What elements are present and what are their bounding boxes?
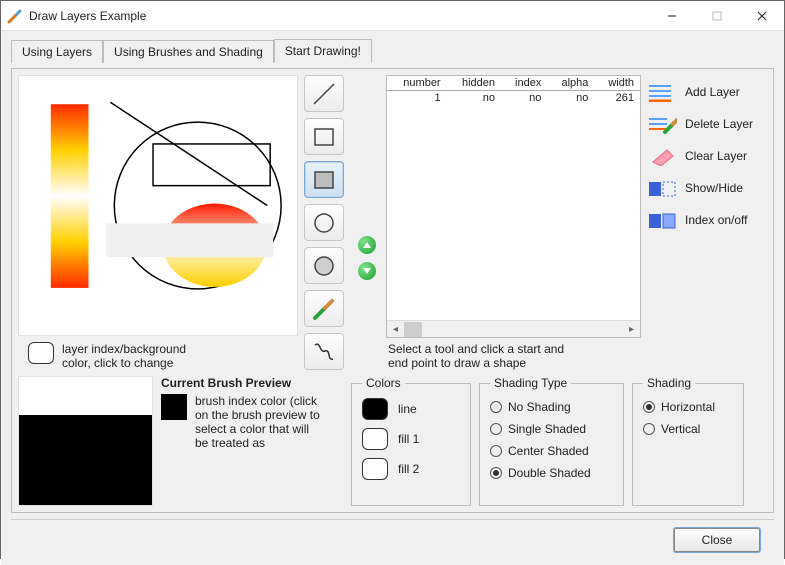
fill1-color-swatch[interactable]: [362, 428, 388, 450]
window-title: Draw Layers Example: [29, 9, 649, 23]
layer-index-color-chip[interactable]: [28, 342, 54, 364]
show-hide-action[interactable]: Show/Hide: [647, 177, 767, 199]
clear-layer-action[interactable]: Clear Layer: [647, 145, 767, 167]
colors-legend: Colors: [362, 376, 405, 390]
horizontal-scrollbar[interactable]: ◂ ▸: [387, 320, 640, 337]
shading-legend: Shading: [643, 376, 695, 390]
table-empty-area: [387, 105, 640, 320]
cell-width: 261: [594, 91, 640, 106]
colors-group: Colors line fill 1 fill 2: [351, 376, 471, 506]
brush-preview-info: Current Brush Preview brush index color …: [161, 376, 343, 506]
color-row-line: line: [362, 398, 460, 420]
delete-layer-label: Delete Layer: [685, 117, 753, 131]
app-icon: [7, 8, 23, 24]
tab-panel: layer index/background color, click to c…: [11, 68, 774, 513]
radio-double-shaded[interactable]: Double Shaded: [490, 466, 613, 480]
index-onoff-label: Index on/off: [685, 213, 748, 227]
fill2-color-label: fill 2: [398, 462, 419, 476]
layer-index-row: layer index/background color, click to c…: [18, 342, 298, 370]
radio-single-shaded[interactable]: Single Shaded: [490, 422, 613, 436]
layer-table[interactable]: number hidden index alpha width 1 no no …: [386, 75, 641, 338]
move-layer-up-button[interactable]: [358, 236, 376, 254]
title-bar: Draw Layers Example: [1, 1, 784, 31]
tool-palette: [304, 75, 348, 370]
col-number[interactable]: number: [387, 76, 447, 91]
dialog-footer: Close: [11, 519, 774, 559]
col-width[interactable]: width: [594, 76, 640, 91]
upper-row: layer index/background color, click to c…: [18, 75, 767, 370]
tool-freehand[interactable]: [304, 333, 344, 370]
scroll-right-arrow-icon[interactable]: ▸: [623, 321, 640, 338]
brush-preview-fill: [19, 415, 152, 505]
brush-index-swatch[interactable]: [161, 394, 187, 420]
close-button[interactable]: Close: [674, 528, 760, 552]
scrollbar-track[interactable]: [404, 321, 623, 338]
lower-row: Current Brush Preview brush index color …: [18, 376, 767, 506]
cell-index: no: [501, 91, 547, 106]
layer-move-arrows: [354, 75, 380, 370]
canvas-column: layer index/background color, click to c…: [18, 75, 298, 370]
delete-layer-icon: [647, 113, 677, 135]
col-alpha[interactable]: alpha: [547, 76, 594, 91]
show-hide-label: Show/Hide: [685, 181, 743, 195]
tab-bar: Using Layers Using Brushes and Shading S…: [11, 39, 774, 63]
tab-using-brushes[interactable]: Using Brushes and Shading: [103, 40, 274, 63]
delete-layer-action[interactable]: Delete Layer: [647, 113, 767, 135]
cell-alpha: no: [547, 91, 594, 106]
brush-preview-box: Current Brush Preview brush index color …: [18, 376, 343, 506]
shading-type-group: Shading Type No Shading Single Shaded Ce…: [479, 376, 624, 506]
add-layer-label: Add Layer: [685, 85, 740, 99]
line-color-label: line: [398, 402, 417, 416]
tool-brush[interactable]: [304, 290, 344, 327]
scrollbar-thumb[interactable]: [404, 322, 422, 337]
cell-hidden: no: [447, 91, 501, 106]
tool-rect-outline[interactable]: [304, 118, 344, 155]
minimize-button[interactable]: [649, 1, 694, 30]
clear-layer-label: Clear Layer: [685, 149, 747, 163]
shading-group: Shading Horizontal Vertical: [632, 376, 744, 506]
brush-preview-desc: brush index color (click on the brush pr…: [195, 394, 325, 450]
window-buttons: [649, 1, 784, 30]
radio-center-shaded[interactable]: Center Shaded: [490, 444, 613, 458]
col-hidden[interactable]: hidden: [447, 76, 501, 91]
maximize-button[interactable]: [694, 1, 739, 30]
tool-ellipse-filled[interactable]: [304, 247, 344, 284]
add-layer-icon: [647, 81, 677, 103]
fill1-color-label: fill 1: [398, 432, 419, 446]
shading-type-legend: Shading Type: [490, 376, 571, 390]
show-hide-icon: [647, 177, 677, 199]
color-row-fill1: fill 1: [362, 428, 460, 450]
tab-using-layers[interactable]: Using Layers: [11, 40, 103, 63]
radio-no-shading[interactable]: No Shading: [490, 400, 613, 414]
scroll-left-arrow-icon[interactable]: ◂: [387, 321, 404, 338]
side-actions: Add Layer Delete Layer Clear Layer: [647, 75, 767, 370]
index-onoff-action[interactable]: Index on/off: [647, 209, 767, 231]
move-layer-down-button[interactable]: [358, 262, 376, 280]
add-layer-action[interactable]: Add Layer: [647, 81, 767, 103]
tool-hint: Select a tool and click a start and end …: [386, 342, 566, 370]
tab-start-drawing[interactable]: Start Drawing!: [274, 39, 372, 63]
layer-index-note: layer index/background color, click to c…: [62, 342, 202, 370]
cell-number: 1: [387, 91, 447, 106]
col-index[interactable]: index: [501, 76, 547, 91]
close-window-button[interactable]: [739, 1, 784, 30]
eraser-icon: [647, 145, 677, 167]
color-row-fill2: fill 2: [362, 458, 460, 480]
table-row[interactable]: 1 no no no 261: [387, 91, 640, 106]
layers-column: number hidden index alpha width 1 no no …: [386, 75, 641, 370]
tool-line[interactable]: [304, 75, 344, 112]
tool-ellipse-outline[interactable]: [304, 204, 344, 241]
radio-horizontal[interactable]: Horizontal: [643, 400, 733, 414]
brush-preview-canvas[interactable]: [18, 376, 153, 506]
app-window: Draw Layers Example Using Layers Using B…: [0, 0, 785, 559]
radio-vertical[interactable]: Vertical: [643, 422, 733, 436]
drawing-canvas[interactable]: [18, 75, 298, 336]
fill2-color-swatch[interactable]: [362, 458, 388, 480]
tool-rect-filled[interactable]: [304, 161, 344, 198]
brush-preview-title: Current Brush Preview: [161, 376, 343, 390]
index-onoff-icon: [647, 209, 677, 231]
line-color-swatch[interactable]: [362, 398, 388, 420]
client-area: Using Layers Using Brushes and Shading S…: [1, 31, 784, 565]
